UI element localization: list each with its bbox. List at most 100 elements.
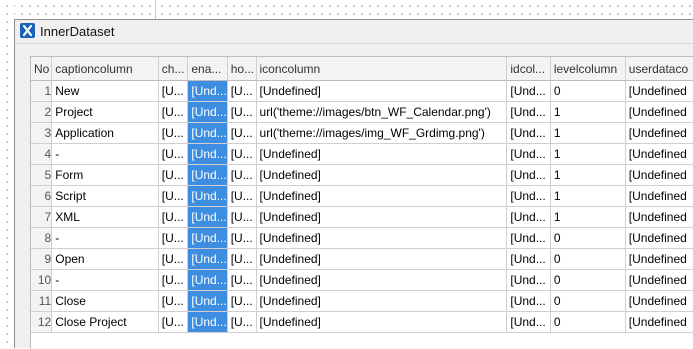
grid-cell[interactable]: Project	[51, 101, 159, 123]
table-row[interactable]: 1 New [U... [Und... [U... [Undefined] [Und... 0…	[31, 80, 693, 102]
grid-cell[interactable]: [U...	[158, 290, 189, 312]
column-header-8[interactable]: userdataco	[625, 57, 693, 81]
grid-cell[interactable]: [U...	[158, 311, 189, 333]
grid-cell[interactable]: [Undefined	[625, 122, 693, 144]
grid-cell[interactable]: 1	[550, 122, 626, 144]
grid-cell[interactable]: 1	[550, 206, 626, 228]
grid-cell[interactable]: [Undefined]	[256, 248, 508, 270]
grid-cell[interactable]: [Und...	[187, 227, 228, 249]
grid-cell[interactable]: 1	[550, 143, 626, 165]
grid-cell[interactable]: [U...	[227, 269, 257, 291]
grid-cell[interactable]: -	[51, 143, 159, 165]
grid-cell[interactable]: Open	[51, 248, 159, 270]
grid-cell[interactable]: [Undefined	[625, 206, 693, 228]
grid-cell[interactable]: [Undefined	[625, 311, 693, 333]
grid-cell[interactable]: [Und...	[506, 164, 551, 186]
column-header-4[interactable]: ho...	[227, 57, 257, 81]
column-header-2[interactable]: ch...	[158, 57, 189, 81]
grid-cell[interactable]: [Undefined]	[256, 290, 508, 312]
grid-cell[interactable]: XML	[51, 206, 159, 228]
grid-cell[interactable]: [Und...	[506, 122, 551, 144]
column-header-5[interactable]: iconcolumn	[256, 57, 508, 81]
grid-cell[interactable]: [U...	[227, 227, 257, 249]
grid-cell[interactable]: 0	[550, 290, 626, 312]
table-row[interactable]: 2 Project [U... [Und... [U... url('theme://im…	[31, 101, 693, 123]
grid-cell[interactable]: url('theme://images/btn_WF_Calendar.png'…	[256, 101, 508, 123]
table-row[interactable]: 3 Application [U... [Und... [U... url('theme:…	[31, 122, 693, 144]
grid-cell[interactable]: [U...	[227, 143, 257, 165]
grid-cell[interactable]: [Undefined]	[256, 143, 508, 165]
grid-cell[interactable]: [Und...	[506, 311, 551, 333]
dataset-grid[interactable]: No captioncolumn ch... ena... ho... iconcolum…	[30, 56, 693, 349]
grid-cell[interactable]: [Undefined	[625, 269, 693, 291]
grid-cell[interactable]: 0	[550, 311, 626, 333]
grid-cell[interactable]: [U...	[227, 206, 257, 228]
table-row[interactable]: 11 Close [U... [Und... [U... [Undefined] [Und.…	[31, 290, 693, 312]
grid-cell[interactable]: [U...	[158, 206, 189, 228]
grid-cell[interactable]: [Undefined]	[256, 269, 508, 291]
grid-cell[interactable]: [Undefined	[625, 248, 693, 270]
grid-cell[interactable]: [U...	[227, 122, 257, 144]
grid-cell[interactable]: [Und...	[187, 248, 228, 270]
grid-cell[interactable]: [U...	[227, 164, 257, 186]
grid-cell[interactable]: [U...	[158, 101, 189, 123]
grid-cell[interactable]: [U...	[158, 143, 189, 165]
table-row[interactable]: 8- [U... [Und... [U... [Undefined] [Und... 0 [U…	[31, 227, 693, 249]
grid-cell[interactable]: [Undefined	[625, 185, 693, 207]
grid-cell[interactable]: [Und...	[187, 122, 228, 144]
grid-cell[interactable]: [Und...	[187, 269, 228, 291]
grid-cell[interactable]: [Und...	[187, 80, 228, 102]
grid-cell[interactable]: [U...	[227, 248, 257, 270]
table-row[interactable]: 10- [U... [Und... [U... [Undefined] [Und... 0[…	[31, 269, 693, 291]
grid-cell[interactable]: 0	[550, 248, 626, 270]
grid-cell[interactable]: 0	[550, 269, 626, 291]
grid-cell[interactable]: [Und...	[187, 164, 228, 186]
table-row[interactable]: 6 Script [U... [Und... [U... [Undefined] [Und.…	[31, 185, 693, 207]
grid-cell[interactable]: [U...	[158, 164, 189, 186]
grid-cell[interactable]: [Undefined]	[256, 164, 508, 186]
grid-cell[interactable]: [Und...	[187, 143, 228, 165]
grid-cell[interactable]: [U...	[158, 269, 189, 291]
grid-cell[interactable]: Close Project	[51, 311, 159, 333]
grid-cell[interactable]: [U...	[227, 311, 257, 333]
grid-cell[interactable]: [Und...	[187, 206, 228, 228]
grid-cell[interactable]: [Undefined]	[256, 227, 508, 249]
grid-cell[interactable]: [U...	[227, 80, 257, 102]
table-row[interactable]: 12 Close Project [U... [Und... [U... [Undefin…	[31, 311, 693, 333]
grid-cell[interactable]: 1	[550, 164, 626, 186]
column-header-6[interactable]: idcol...	[506, 57, 551, 81]
grid-cell[interactable]: 1	[550, 185, 626, 207]
table-row[interactable]: 9 Open [U... [Und... [U... [Undefined] [Und...…	[31, 248, 693, 270]
grid-cell[interactable]: [Und...	[506, 80, 551, 102]
grid-cell[interactable]: url('theme://images/img_WF_Grdimg.png')	[256, 122, 508, 144]
grid-cell[interactable]: [Und...	[506, 206, 551, 228]
grid-cell[interactable]: Application	[51, 122, 159, 144]
table-row[interactable]: 5 Form [U... [Und... [U... [Undefined] [Und...…	[31, 164, 693, 186]
grid-cell[interactable]: [U...	[158, 227, 189, 249]
window-titlebar[interactable]: InnerDataset	[15, 20, 693, 44]
column-header-1[interactable]: captioncolumn	[51, 57, 159, 81]
grid-cell[interactable]: 1	[550, 101, 626, 123]
grid-cell[interactable]: [Undefined	[625, 80, 693, 102]
grid-cell[interactable]: [Und...	[506, 269, 551, 291]
grid-cell[interactable]: [Und...	[506, 143, 551, 165]
grid-cell[interactable]: [Undefined]	[256, 80, 508, 102]
grid-cell[interactable]: [U...	[158, 80, 189, 102]
table-row[interactable]: 7 XML [U... [Und... [U... [Undefined] [Und... 1…	[31, 206, 693, 228]
grid-cell[interactable]: [Undefined	[625, 101, 693, 123]
grid-cell[interactable]: [Und...	[506, 101, 551, 123]
grid-cell[interactable]: [Und...	[506, 248, 551, 270]
grid-cell[interactable]: [U...	[227, 185, 257, 207]
column-header-0[interactable]: No	[31, 57, 53, 81]
column-header-7[interactable]: levelcolumn	[550, 57, 626, 81]
grid-cell[interactable]: [U...	[158, 185, 189, 207]
grid-cell[interactable]: [Und...	[187, 290, 228, 312]
grid-cell[interactable]: [Undefined]	[256, 206, 508, 228]
grid-cell[interactable]: [U...	[158, 122, 189, 144]
grid-cell[interactable]: [U...	[227, 101, 257, 123]
grid-cell[interactable]: -	[51, 269, 159, 291]
grid-cell[interactable]: 0	[550, 227, 626, 249]
grid-cell[interactable]: [Und...	[506, 290, 551, 312]
column-header-3[interactable]: ena...	[187, 57, 228, 81]
grid-cell[interactable]: [Und...	[187, 185, 228, 207]
